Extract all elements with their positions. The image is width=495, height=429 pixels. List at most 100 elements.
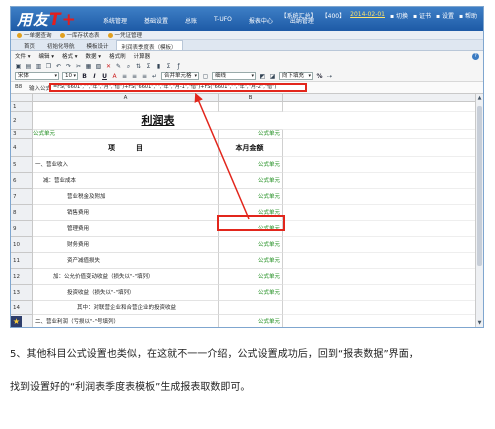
row-header[interactable]: 4 bbox=[11, 139, 33, 157]
row-header[interactable]: 8 bbox=[11, 205, 33, 221]
row-header[interactable]: 12 bbox=[11, 269, 33, 285]
star-icon[interactable]: ★ bbox=[11, 316, 22, 327]
cell-b[interactable]: 公式单元 bbox=[219, 173, 283, 189]
cell-b[interactable]: 公式单元 bbox=[219, 130, 283, 139]
sigma-icon[interactable]: Σ bbox=[165, 63, 172, 70]
cell-b[interactable] bbox=[219, 301, 283, 315]
cell-b[interactable] bbox=[219, 102, 283, 112]
scroll-down-icon[interactable]: ▼ bbox=[476, 320, 483, 327]
cell-a[interactable]: 项 目 bbox=[33, 139, 219, 157]
menu-system[interactable]: 系统管理 bbox=[103, 16, 127, 25]
row-header[interactable]: 5 bbox=[11, 157, 33, 173]
redo-icon[interactable]: ↷ bbox=[65, 63, 72, 70]
quick-link-3[interactable]: 一凭证管理 bbox=[107, 31, 142, 39]
tab-init-guide[interactable]: 初始化导航 bbox=[42, 40, 80, 50]
cell-empty[interactable] bbox=[283, 102, 477, 112]
row-header[interactable]: 1 bbox=[11, 102, 33, 112]
decimal-icon[interactable]: ⇢ bbox=[326, 73, 333, 80]
chart-icon[interactable]: ▮ bbox=[155, 63, 162, 70]
tab-home[interactable]: 首页 bbox=[19, 40, 40, 50]
sum-icon[interactable]: Σ bbox=[145, 63, 152, 70]
print-icon[interactable]: ▤ bbox=[25, 63, 32, 70]
cell-a[interactable] bbox=[33, 102, 219, 112]
cell-empty[interactable] bbox=[283, 253, 477, 269]
help-icon[interactable]: ? bbox=[472, 53, 479, 60]
format-icon[interactable]: ▧ bbox=[95, 63, 102, 70]
align-left-icon[interactable]: ≡ bbox=[121, 73, 128, 80]
cell-a[interactable]: 加：公允价值变动收益（损失以"-"填列） bbox=[33, 269, 219, 285]
font-size-select[interactable]: 10 bbox=[62, 72, 78, 80]
cut-icon[interactable]: ✂ bbox=[75, 63, 82, 70]
menu-data[interactable]: 数据 ▾ bbox=[86, 52, 102, 60]
cell-b[interactable]: 本月金额 bbox=[219, 139, 283, 157]
help-link[interactable]: ▪ 帮助 bbox=[459, 11, 477, 20]
cell-a[interactable]: 减：营业成本 bbox=[33, 173, 219, 189]
cell-empty[interactable] bbox=[283, 157, 477, 173]
save-icon[interactable]: ▣ bbox=[15, 63, 22, 70]
cell-a[interactable]: 一、营业收入 bbox=[33, 157, 219, 173]
cell-a[interactable]: 投资收益（损失以"-"填列） bbox=[33, 285, 219, 301]
cell-empty[interactable] bbox=[283, 130, 477, 139]
cert-link[interactable]: ▪ 证书 bbox=[413, 11, 431, 20]
cell-a[interactable]: 管理费用 bbox=[33, 221, 219, 237]
row-header[interactable]: 9 bbox=[11, 221, 33, 237]
fill-color-icon[interactable]: ◩ bbox=[259, 73, 266, 80]
fill-select[interactable]: 向下填充 bbox=[279, 72, 313, 80]
cell-empty[interactable] bbox=[283, 205, 477, 221]
scroll-up-icon[interactable]: ▲ bbox=[476, 95, 483, 103]
cell-empty[interactable] bbox=[283, 221, 477, 237]
undo-icon[interactable]: ↶ bbox=[55, 63, 62, 70]
spreadsheet-grid[interactable]: A B 1 2 利润表 3 公式单元 公式单元 4 项 目本月金额 5 一、营业收入 公式单元 6 减：… bbox=[11, 94, 477, 327]
row-header[interactable]: 13 bbox=[11, 285, 33, 301]
cell-a[interactable]: 财务费用 bbox=[33, 237, 219, 253]
menu-tufo[interactable]: T-UFO bbox=[214, 16, 232, 25]
menu-ledger[interactable]: 总账 bbox=[185, 16, 197, 25]
cell-empty[interactable] bbox=[283, 315, 477, 327]
menu-file[interactable]: 文件 ▾ bbox=[15, 52, 31, 60]
cell-a[interactable]: 公式单元 bbox=[33, 130, 219, 139]
row-header[interactable]: 10 bbox=[11, 237, 33, 253]
function-icon[interactable]: ƒ bbox=[175, 63, 182, 70]
draw-icon[interactable]: ✎ bbox=[115, 63, 122, 70]
cell-b[interactable]: 公式单元 bbox=[219, 253, 283, 269]
copy-icon[interactable]: ❐ bbox=[45, 63, 52, 70]
delete-icon[interactable]: ✕ bbox=[105, 63, 112, 70]
border-icon[interactable]: ▢ bbox=[202, 73, 209, 80]
row-header[interactable]: 2 bbox=[11, 112, 33, 130]
italic-button[interactable]: I bbox=[91, 73, 98, 80]
cell-b[interactable]: 公式单元 bbox=[219, 237, 283, 253]
font-select[interactable]: 宋体 bbox=[15, 72, 59, 80]
quick-link-1[interactable]: 一单据查询 bbox=[17, 31, 52, 39]
row-header[interactable]: 14 bbox=[11, 301, 33, 315]
vertical-scrollbar[interactable]: ▲ ▼ bbox=[475, 94, 483, 327]
switch-link[interactable]: ▪ 切换 bbox=[390, 11, 408, 20]
settings-link[interactable]: ▪ 设置 bbox=[436, 11, 454, 20]
preview-icon[interactable]: ▥ bbox=[35, 63, 42, 70]
text-color-icon[interactable]: ◪ bbox=[269, 73, 276, 80]
align-right-icon[interactable]: ≡ bbox=[141, 73, 148, 80]
cell-b[interactable]: 公式单元 bbox=[219, 285, 283, 301]
cell-b[interactable]: 公式单元 bbox=[219, 269, 283, 285]
date-link[interactable]: 2014-02-01 bbox=[350, 11, 385, 20]
row-header[interactable]: 7 bbox=[11, 189, 33, 205]
cell-a[interactable]: 营业税金及附加 bbox=[33, 189, 219, 205]
align-center-icon[interactable]: ≡ bbox=[131, 73, 138, 80]
sort-icon[interactable]: ⇅ bbox=[135, 63, 142, 70]
cell-empty[interactable] bbox=[283, 237, 477, 253]
menu-calculator[interactable]: 计算器 bbox=[134, 52, 151, 60]
cell-empty[interactable] bbox=[283, 269, 477, 285]
corner-header[interactable] bbox=[11, 94, 33, 102]
wrap-icon[interactable]: ↵ bbox=[151, 73, 158, 80]
menu-edit[interactable]: 编辑 ▾ bbox=[39, 52, 55, 60]
column-header-a[interactable]: A bbox=[33, 94, 219, 102]
paste-icon[interactable]: ▦ bbox=[85, 63, 92, 70]
row-header[interactable]: 11 bbox=[11, 253, 33, 269]
cell-b[interactable]: 公式单元 bbox=[219, 315, 283, 327]
menu-format-painter[interactable]: 格式刷 bbox=[109, 52, 126, 60]
quick-link-2[interactable]: 一库存状态表 bbox=[59, 31, 100, 39]
row-header[interactable]: 6 bbox=[11, 173, 33, 189]
menu-basic[interactable]: 基础设置 bbox=[144, 16, 168, 25]
font-color-icon[interactable]: A bbox=[111, 73, 118, 80]
border-style-select[interactable]: 细线 bbox=[212, 72, 256, 80]
column-header-b[interactable]: B bbox=[219, 94, 283, 102]
